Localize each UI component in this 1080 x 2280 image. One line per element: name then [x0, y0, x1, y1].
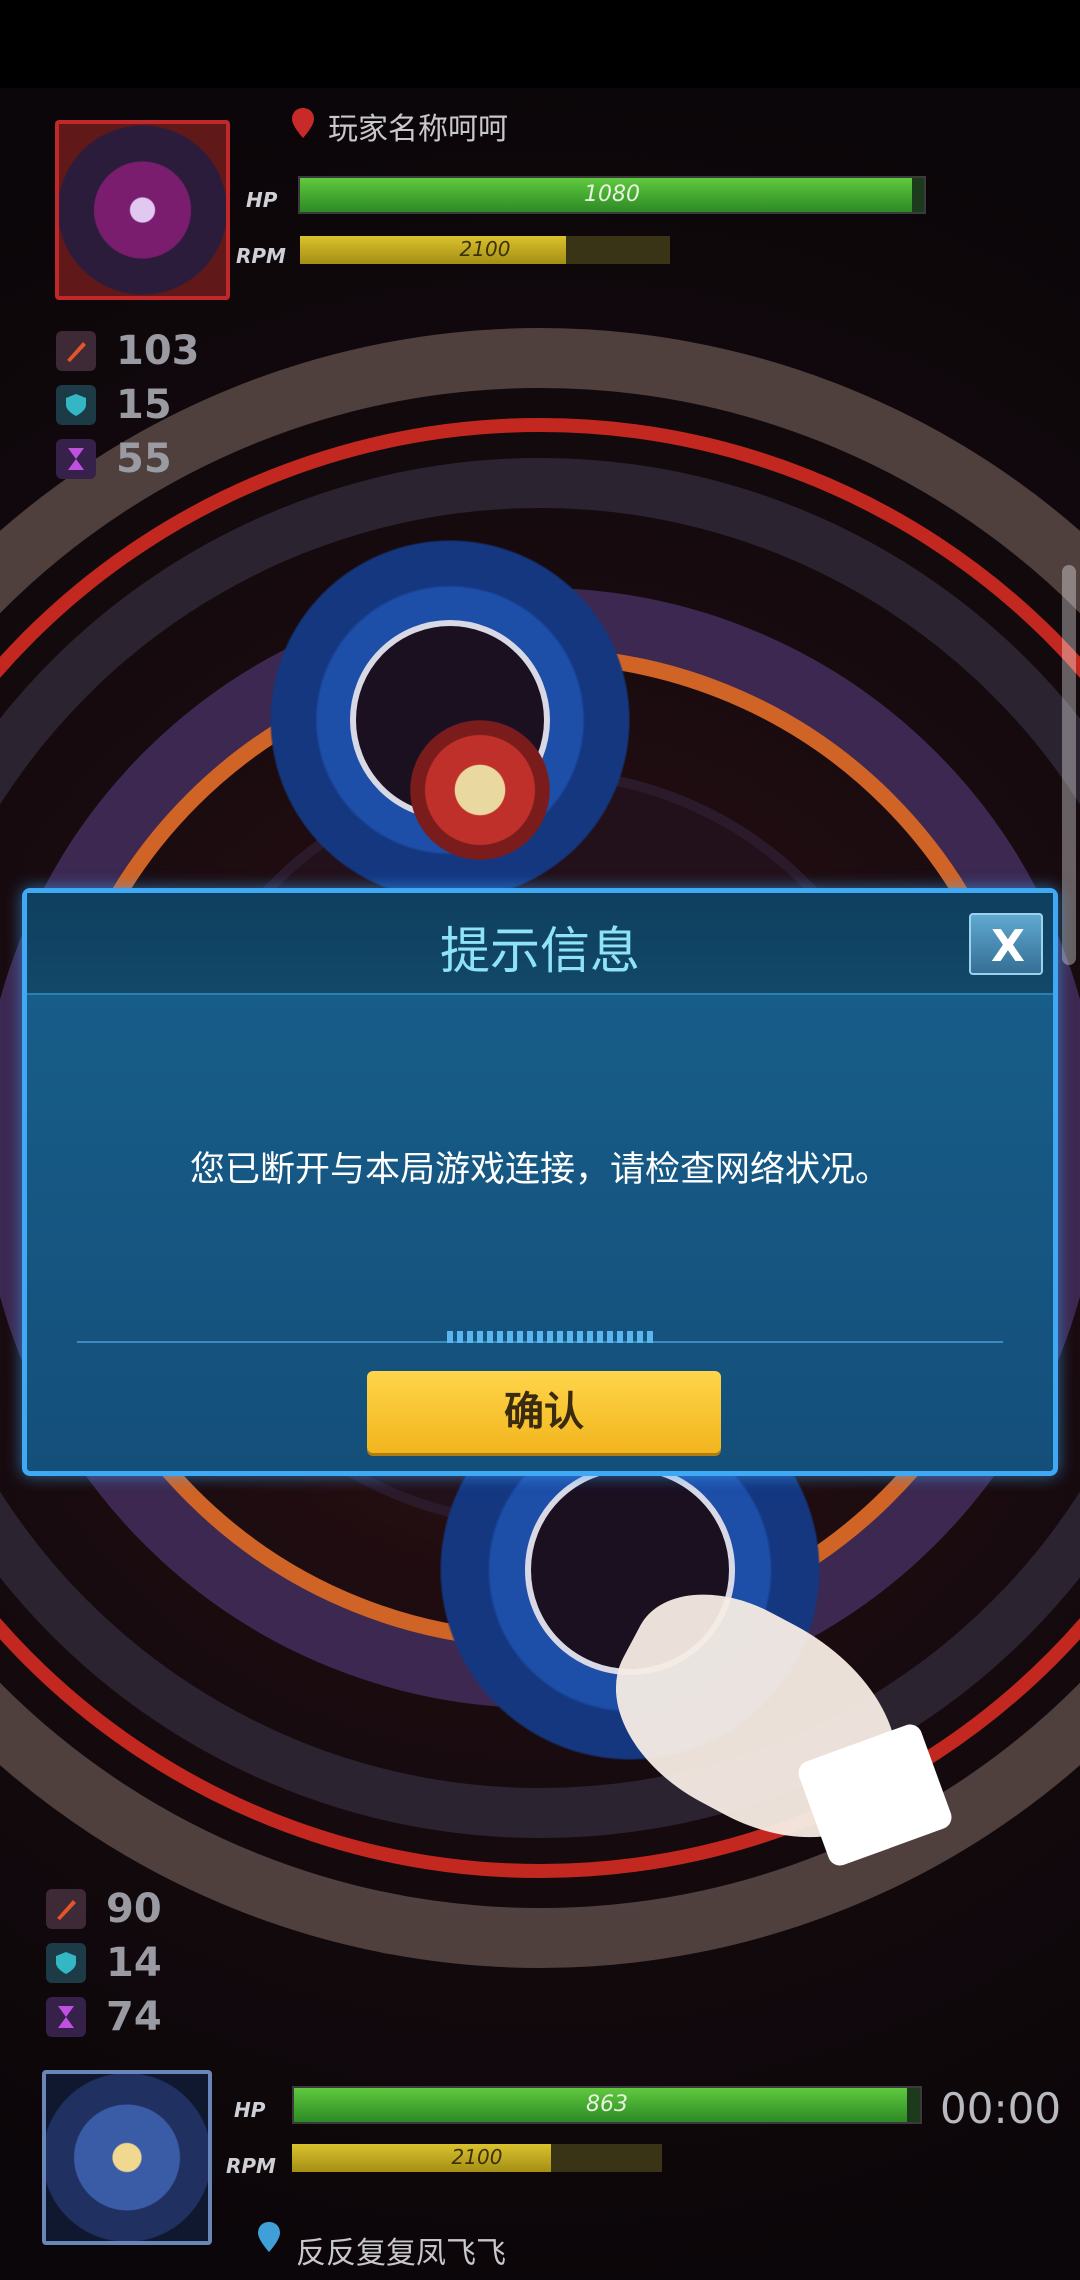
- player-name: 反反复复凤飞飞: [296, 2236, 506, 2271]
- player-rpm-label: RPM: [226, 2154, 276, 2178]
- hourglass-icon: [56, 439, 96, 479]
- player-defense-value: 14: [106, 1940, 162, 1986]
- player-rpm-bar: 2100: [292, 2144, 662, 2172]
- opponent-hp-label: HP: [246, 188, 278, 212]
- opponent-hp-bar: 1080: [298, 176, 926, 214]
- player-attack-value: 90: [106, 1886, 162, 1932]
- player-rpm-value: 2100: [451, 2145, 503, 2169]
- scroll-indicator[interactable]: [1062, 565, 1076, 965]
- opponent-hp-value: 1080: [584, 182, 640, 207]
- attack-icon: [46, 1889, 86, 1929]
- dialog-divider-notch: [447, 1331, 657, 1343]
- info-dialog: 提示信息 X 您已断开与本局游戏连接，请检查网络状况。 确认: [22, 888, 1058, 1476]
- opponent-stamina-value: 55: [116, 436, 172, 482]
- hourglass-icon: [46, 1997, 86, 2037]
- attack-icon: [56, 331, 96, 371]
- shield-icon: [56, 385, 96, 425]
- location-pin-icon: [292, 108, 314, 138]
- opponent-attack-value: 103: [116, 328, 200, 374]
- player-avatar: [42, 2070, 212, 2245]
- opponent-stamina-stat: 55: [56, 436, 172, 482]
- opponent-name: 玩家名称呵呵: [328, 112, 508, 147]
- opponent-spinning-top: [410, 720, 550, 860]
- player-defense-stat: 14: [46, 1940, 162, 1986]
- close-button[interactable]: X: [969, 913, 1043, 975]
- status-bar: [0, 0, 1080, 88]
- match-timer: 00:00: [940, 2084, 1062, 2133]
- player-attack-stat: 90: [46, 1886, 162, 1932]
- player-stamina-value: 74: [106, 1994, 162, 2040]
- opponent-rpm-value: 2100: [459, 237, 511, 261]
- confirm-button[interactable]: 确认: [367, 1371, 721, 1453]
- shield-icon: [46, 1943, 86, 1983]
- dialog-header: 提示信息 X: [27, 893, 1053, 995]
- opponent-attack-stat: 103: [56, 328, 200, 374]
- dialog-title: 提示信息: [440, 922, 640, 980]
- player-hp-label: HP: [234, 2098, 266, 2122]
- location-pin-icon: [258, 2222, 280, 2252]
- opponent-rpm-label: RPM: [236, 244, 286, 268]
- opponent-defense-stat: 15: [56, 382, 172, 428]
- opponent-defense-value: 15: [116, 382, 172, 428]
- dialog-message: 您已断开与本局游戏连接，请检查网络状况。: [189, 1150, 890, 1190]
- svg-text:X: X: [991, 921, 1025, 969]
- player-stamina-stat: 74: [46, 1994, 162, 2040]
- opponent-rpm-bar: 2100: [300, 236, 670, 264]
- player-hp-bar: 863: [292, 2086, 922, 2124]
- player-hp-value: 863: [586, 2092, 628, 2117]
- opponent-avatar: [55, 120, 230, 300]
- close-icon: X: [991, 921, 1025, 969]
